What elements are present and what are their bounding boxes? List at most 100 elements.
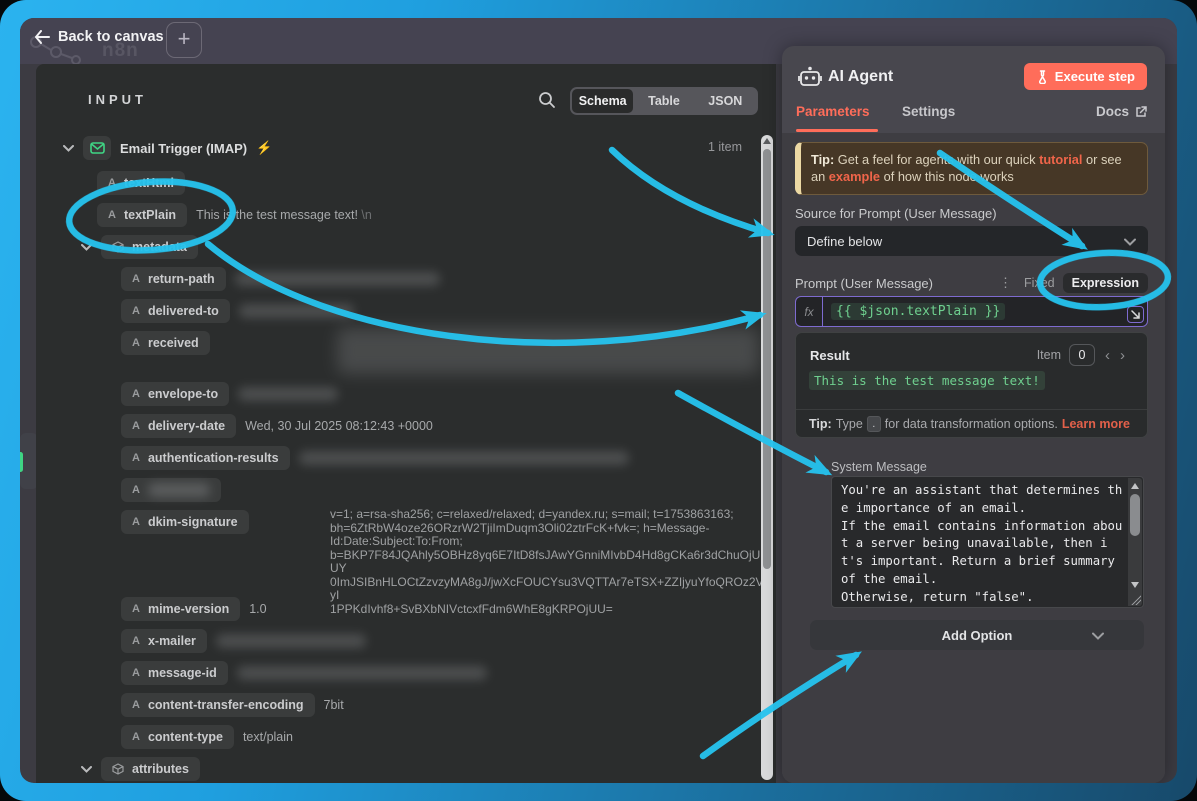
source-for-prompt-select[interactable]: Define below	[795, 226, 1148, 256]
schema-row-redacted-key[interactable]: A	[121, 478, 221, 502]
view-mode-toggle: Schema Table JSON	[570, 87, 758, 115]
next-item-icon[interactable]: ›	[1120, 347, 1135, 364]
string-type-icon: A	[132, 305, 140, 317]
string-type-icon: A	[108, 209, 116, 221]
schema-row-texthtml[interactable]: AtextHtml	[97, 171, 185, 195]
transformation-tip: Tip: Type . for data transformation opti…	[796, 409, 1147, 437]
resize-handle[interactable]	[1131, 595, 1141, 605]
schema-row-content-type[interactable]: Acontent-type text/plain	[121, 725, 293, 749]
scrollbar-up-arrow[interactable]	[763, 138, 771, 144]
chevron-down-icon[interactable]	[62, 145, 74, 152]
fixed-toggle[interactable]: Fixed	[1024, 276, 1055, 290]
redacted-value	[239, 304, 354, 318]
tab-settings[interactable]: Settings	[902, 104, 955, 119]
schema-row-attributes[interactable]: attributes	[80, 757, 200, 781]
back-arrow-icon	[34, 30, 50, 44]
source-for-prompt-label: Source for Prompt (User Message)	[795, 206, 997, 221]
string-type-icon: A	[132, 484, 140, 496]
screenshot-frame: n8n Back to canvas + INPUT Schema Table …	[0, 0, 1197, 801]
schema-row-mime-version[interactable]: Amime-version 1.0	[121, 597, 267, 621]
input-panel: INPUT Schema Table JSON 1 item Email Tri…	[36, 64, 776, 783]
schema-row-x-mailer[interactable]: Ax-mailer	[121, 629, 366, 653]
chevron-down-icon[interactable]	[80, 244, 92, 251]
expression-toggle[interactable]: Expression	[1063, 273, 1148, 293]
scrollbar-down-arrow[interactable]	[1131, 582, 1139, 588]
string-type-icon: A	[132, 420, 140, 432]
add-option-button[interactable]: Add Option	[810, 620, 1144, 650]
schema-root-label: Email Trigger (IMAP)	[120, 141, 247, 156]
schema-row-delivery-date[interactable]: Adelivery-date Wed, 30 Jul 2025 08:12:43…	[121, 414, 433, 438]
redacted-key	[148, 483, 210, 497]
string-type-icon: A	[132, 516, 140, 528]
schema-row-delivered-to[interactable]: Adelivered-to	[121, 299, 354, 323]
schema-row-metadata[interactable]: metadata	[80, 235, 198, 259]
prev-item-icon[interactable]: ‹	[1105, 347, 1120, 364]
redacted-value	[237, 666, 487, 680]
tip-banner: Tip: Get a feel for agents with our quic…	[795, 142, 1148, 195]
item-count: 1 item	[708, 140, 742, 154]
string-type-icon: A	[132, 388, 140, 400]
schema-row-message-id[interactable]: Amessage-id	[121, 661, 487, 685]
flask-icon	[1036, 70, 1049, 84]
scrollbar-thumb[interactable]	[763, 149, 771, 569]
schema-row-received[interactable]: Areceived	[121, 331, 210, 355]
learn-more-link[interactable]: Learn more	[1062, 417, 1130, 431]
string-type-icon: A	[132, 273, 140, 285]
schema-row-dkim-signature[interactable]: Adkim-signature	[121, 510, 249, 534]
app-window: n8n Back to canvas + INPUT Schema Table …	[20, 18, 1177, 783]
agent-header: AI Agent Execute step Parameters Setting…	[782, 46, 1165, 133]
trigger-bolt-icon: ⚡	[256, 140, 272, 156]
fx-icon: fx	[796, 297, 823, 326]
schema-row-envelope-to[interactable]: Aenvelope-to	[121, 382, 338, 406]
email-trigger-icon	[83, 136, 111, 160]
system-message-label: System Message	[831, 460, 927, 474]
expand-expression-icon[interactable]	[1127, 306, 1144, 323]
system-message-scrollbar[interactable]	[1128, 478, 1142, 606]
result-label: Result	[810, 348, 850, 363]
agent-parameters-body: Tip: Get a feel for agents with our quic…	[782, 133, 1165, 783]
expression-result-box: Result Item 0 ‹› This is the test messag…	[795, 332, 1148, 438]
item-index-input[interactable]: 0	[1069, 344, 1095, 366]
scrollbar-thumb[interactable]	[1130, 494, 1140, 536]
add-node-button[interactable]: +	[166, 22, 202, 58]
scrollbar-up-arrow[interactable]	[1131, 483, 1139, 489]
back-label: Back to canvas	[58, 29, 164, 45]
schema-row-textplain[interactable]: AtextPlain This is the test message text…	[97, 203, 372, 227]
item-label: Item	[1037, 348, 1061, 362]
system-message-textarea[interactable]: You're an assistant that determines the …	[831, 476, 1144, 608]
chevron-down-icon[interactable]	[80, 766, 92, 773]
example-link[interactable]: example	[829, 169, 880, 184]
tab-json[interactable]: JSON	[695, 89, 756, 113]
tab-parameters[interactable]: Parameters	[796, 104, 870, 119]
prompt-label: Prompt (User Message)	[795, 276, 933, 291]
schema-row-return-path[interactable]: Areturn-path	[121, 267, 440, 291]
tutorial-link[interactable]: tutorial	[1039, 152, 1082, 167]
chevron-down-icon	[1124, 234, 1136, 249]
result-value: This is the test message text!	[809, 371, 1045, 390]
search-icon[interactable]	[538, 91, 556, 109]
expression-value: {{ $json.textPlain }}	[831, 303, 1005, 320]
input-panel-title: INPUT	[88, 92, 147, 107]
redacted-value-block	[337, 328, 759, 374]
back-to-canvas-button[interactable]: Back to canvas	[34, 29, 164, 45]
schema-root-row[interactable]: Email Trigger (IMAP) ⚡	[62, 136, 272, 160]
dot-keycap: .	[867, 416, 881, 432]
dkim-signature-value: v=1; a=rsa-sha256; c=relaxed/relaxed; d=…	[330, 508, 774, 616]
object-type-icon	[112, 763, 124, 775]
system-message-value: You're an assistant that determines the …	[841, 482, 1126, 604]
redacted-value	[299, 451, 629, 465]
docs-link[interactable]: Docs	[1096, 104, 1147, 119]
object-type-icon	[112, 241, 124, 253]
schema-row-authentication-results[interactable]: Aauthentication-results	[121, 446, 629, 470]
string-type-icon: A	[132, 699, 140, 711]
schema-row-content-transfer-encoding[interactable]: Acontent-transfer-encoding 7bit	[121, 693, 344, 717]
node-connector-pin	[20, 452, 23, 472]
execute-step-button[interactable]: Execute step	[1024, 63, 1147, 90]
tab-table[interactable]: Table	[633, 89, 694, 113]
prompt-expression-input[interactable]: fx {{ $json.textPlain }}	[795, 296, 1148, 327]
agent-title: AI Agent	[828, 68, 893, 86]
tab-schema[interactable]: Schema	[572, 89, 633, 113]
external-link-icon	[1135, 106, 1147, 118]
input-scrollbar[interactable]	[761, 135, 773, 780]
options-menu-icon[interactable]: ⋮	[999, 275, 1012, 291]
